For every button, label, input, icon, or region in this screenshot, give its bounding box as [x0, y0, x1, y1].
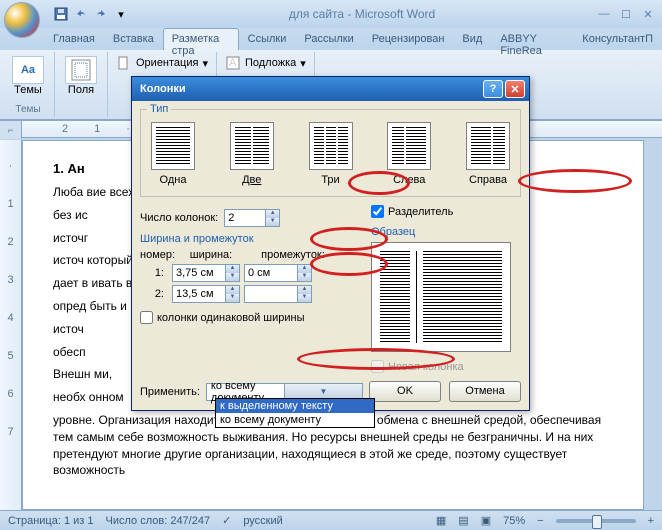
zoom-value[interactable]: 75% — [503, 515, 525, 527]
equal-width-label: колонки одинаковой ширины — [157, 312, 305, 324]
num-cols-spinner[interactable]: ▲▼ — [224, 209, 280, 227]
watermark-button[interactable]: A Подложка▾ — [223, 54, 308, 72]
preset-two[interactable]: Две — [230, 122, 274, 186]
group-themes-label: Темы — [8, 104, 48, 115]
new-column-checkbox — [371, 360, 384, 373]
ok-button[interactable]: OK — [369, 381, 441, 402]
tab-home[interactable]: Главная — [44, 28, 104, 50]
tab-layout[interactable]: Разметка стра — [163, 28, 239, 50]
gap2-spinner[interactable]: ▲▼ — [244, 285, 312, 303]
ribbon-tabs: Главная Вставка Разметка стра Ссылки Рас… — [0, 28, 662, 50]
status-page[interactable]: Страница: 1 из 1 — [8, 515, 94, 527]
zoom-in-icon[interactable]: + — [648, 515, 654, 527]
tab-insert[interactable]: Вставка — [104, 28, 163, 50]
preset-right[interactable]: Справа — [466, 122, 510, 186]
watermark-icon: A — [225, 55, 241, 71]
themes-button[interactable]: Aa Темы — [8, 54, 48, 98]
sample-label: Образец — [371, 226, 521, 238]
equal-width-checkbox[interactable] — [140, 311, 153, 324]
window-title: для сайта - Microsoft Word — [130, 7, 594, 21]
status-bar: Страница: 1 из 1 Число слов: 247/247 ✓ р… — [0, 510, 662, 530]
zoom-slider[interactable] — [556, 519, 636, 523]
status-lang[interactable]: русский — [243, 515, 282, 527]
tab-consultant[interactable]: КонсультантП — [573, 28, 662, 50]
vertical-ruler[interactable]: ·1234567 — [0, 140, 22, 510]
svg-text:A: A — [229, 57, 237, 69]
help-icon[interactable]: ? — [483, 80, 503, 98]
dialog-close-icon[interactable]: ✕ — [505, 80, 525, 98]
dialog-title: Колонки — [136, 83, 481, 95]
minimize-icon[interactable]: — — [594, 6, 614, 22]
width1-spinner[interactable]: ▲▼ — [172, 264, 240, 282]
spellcheck-icon[interactable]: ✓ — [222, 514, 231, 527]
width2-spinner[interactable]: ▲▼ — [172, 285, 240, 303]
num-cols-label: Число колонок: — [140, 212, 218, 224]
columns-dialog: Колонки ? ✕ Тип Одна Две Три Слева Справ… — [131, 76, 530, 411]
chevron-up-icon[interactable]: ▲ — [266, 210, 279, 218]
gap1-spinner[interactable]: ▲▼ — [244, 264, 312, 282]
status-words[interactable]: Число слов: 247/247 — [106, 515, 211, 527]
chevron-down-icon[interactable]: ▼ — [266, 218, 279, 226]
tab-links[interactable]: Ссылки — [239, 28, 296, 50]
office-button[interactable] — [4, 2, 40, 38]
preset-one[interactable]: Одна — [151, 122, 195, 186]
redo-icon[interactable] — [92, 5, 110, 23]
margins-button[interactable]: Поля — [61, 54, 101, 98]
qat-menu-icon[interactable]: ▾ — [112, 5, 130, 23]
width-row-2: 2: ▲▼ ▲▼ — [140, 285, 363, 303]
view-web-icon[interactable]: ▣ — [481, 514, 491, 527]
apply-option-selection[interactable]: к выделенному тексту — [216, 399, 374, 413]
apply-label: Применить: — [140, 386, 200, 398]
sample-preview — [371, 242, 511, 352]
zoom-out-icon[interactable]: − — [537, 515, 543, 527]
width-row-1: 1: ▲▼ ▲▼ — [140, 264, 363, 282]
preset-left[interactable]: Слева — [387, 122, 431, 186]
separator-checkbox[interactable] — [371, 205, 384, 218]
preset-three[interactable]: Три — [309, 122, 353, 186]
save-icon[interactable] — [52, 5, 70, 23]
view-read-icon[interactable]: ▤ — [458, 514, 468, 527]
width-gap-link[interactable]: Ширина и промежуток — [140, 233, 254, 245]
num-cols-input[interactable] — [225, 210, 265, 226]
tab-abbyy[interactable]: ABBYY FineRea — [491, 28, 573, 50]
close-icon[interactable]: ✕ — [638, 6, 658, 22]
new-column-label: Новая колонка — [388, 361, 464, 373]
tab-mailings[interactable]: Рассылки — [295, 28, 362, 50]
tab-view[interactable]: Вид — [453, 28, 491, 50]
ruler-corner[interactable]: ⌐ — [0, 121, 22, 139]
apply-dropdown-list: к выделенному тексту ко всему документу — [215, 398, 375, 428]
orientation-icon — [116, 55, 132, 71]
tab-review[interactable]: Рецензирован — [363, 28, 454, 50]
apply-option-whole-doc[interactable]: ко всему документу — [216, 413, 374, 427]
separator-label: Разделитель — [388, 206, 453, 218]
type-legend: Тип — [147, 103, 171, 115]
view-print-icon[interactable]: ▦ — [436, 514, 446, 527]
maximize-icon[interactable]: ☐ — [616, 6, 636, 22]
undo-icon[interactable] — [72, 5, 90, 23]
cancel-button[interactable]: Отмена — [449, 381, 521, 402]
orientation-button[interactable]: Ориентация▾ — [114, 54, 210, 72]
